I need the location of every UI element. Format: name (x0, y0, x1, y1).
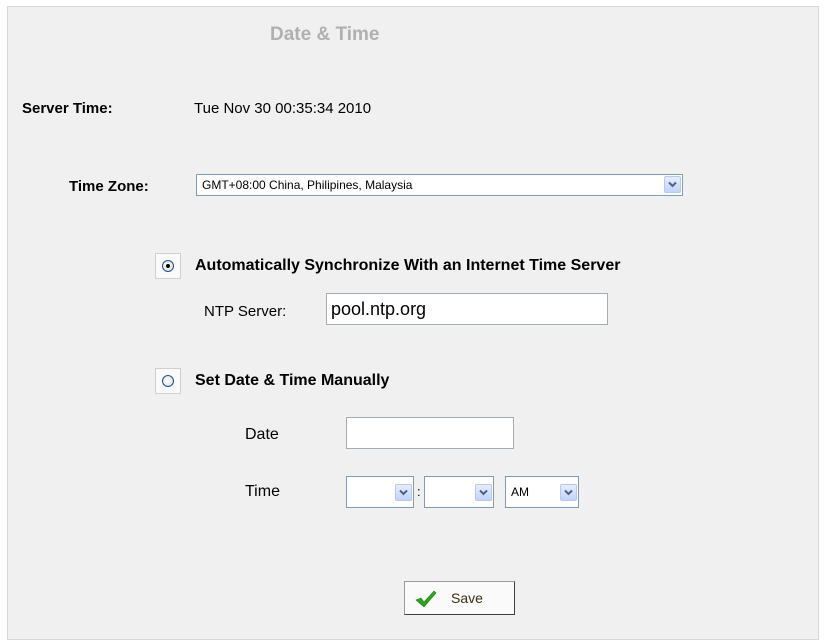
ampm-select[interactable]: AM (505, 476, 579, 508)
date-input[interactable] (346, 417, 514, 449)
auto-sync-radio-wrapper[interactable] (155, 253, 181, 279)
hour-select[interactable] (346, 476, 414, 508)
time-separator: : (417, 484, 421, 499)
server-time-value: Tue Nov 30 00:35:34 2010 (194, 100, 372, 117)
date-label: Date (245, 426, 279, 443)
chevron-down-icon[interactable] (560, 484, 577, 501)
auto-sync-label: Automatically Synchronize With an Intern… (195, 257, 621, 274)
ampm-selected-value: AM (511, 485, 529, 499)
minute-select[interactable] (424, 476, 494, 508)
ntp-server-input[interactable]: pool.ntp.org (326, 293, 608, 325)
manual-radio[interactable] (162, 375, 174, 387)
server-time-label: Server Time: (22, 100, 113, 117)
manual-radio-wrapper[interactable] (155, 368, 181, 394)
chevron-down-icon[interactable] (664, 176, 681, 193)
chevron-down-icon[interactable] (395, 484, 412, 501)
save-button-label: Save (451, 590, 483, 606)
time-zone-selected-value: GMT+08:00 China, Philipines, Malaysia (202, 178, 413, 192)
page-title: Date & Time (270, 24, 380, 45)
time-zone-select[interactable]: GMT+08:00 China, Philipines, Malaysia (196, 174, 683, 196)
ntp-server-value: pool.ntp.org (331, 299, 427, 319)
time-label: Time (245, 483, 280, 500)
date-time-panel: Date & Time Server Time: Tue Nov 30 00:3… (7, 6, 819, 640)
ntp-server-label: NTP Server: (204, 303, 287, 320)
manual-label: Set Date & Time Manually (195, 372, 390, 389)
save-button[interactable]: Save (404, 581, 515, 615)
auto-sync-radio[interactable] (162, 260, 174, 272)
time-zone-label: Time Zone: (69, 178, 149, 195)
check-icon (415, 590, 437, 613)
chevron-down-icon[interactable] (475, 484, 492, 501)
